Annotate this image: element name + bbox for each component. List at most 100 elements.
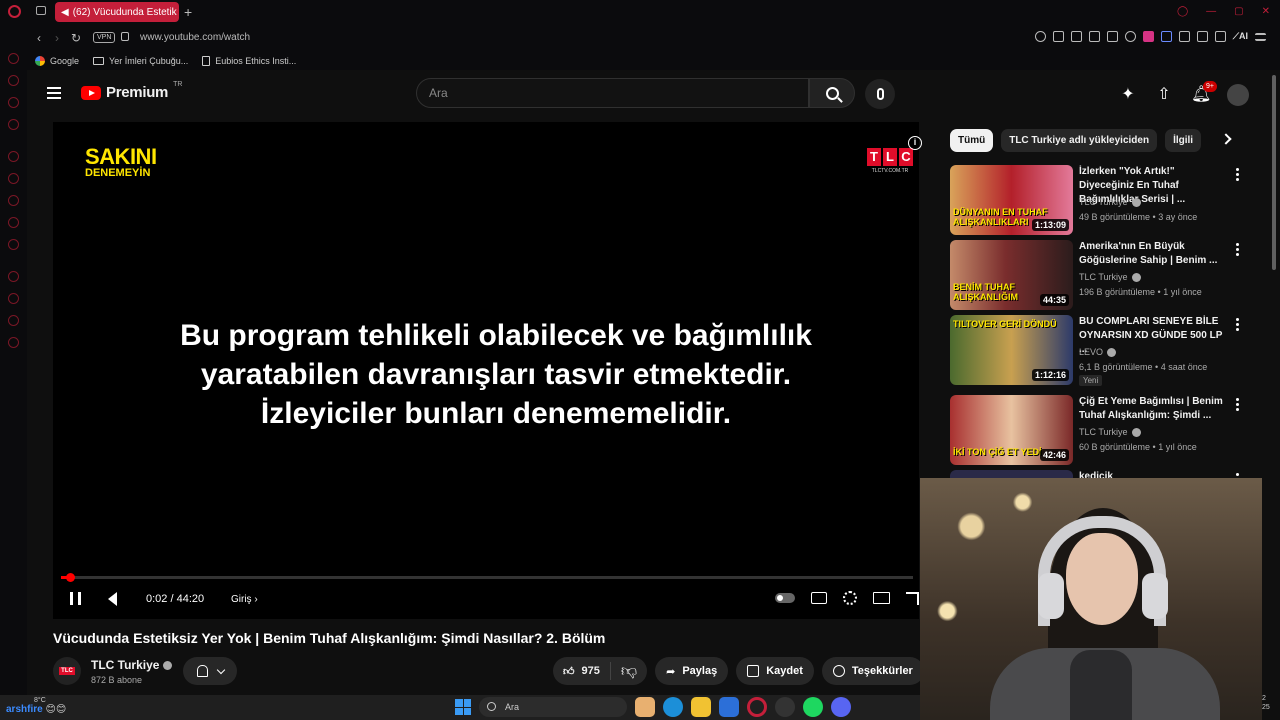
dislike-button[interactable]: 👎︎ <box>611 662 647 681</box>
sidebar-icon-5[interactable] <box>8 151 19 162</box>
more-options-icon[interactable] <box>1236 168 1239 183</box>
voice-search-button[interactable] <box>865 79 895 109</box>
ai-button[interactable]: ⟋AI <box>1233 31 1248 42</box>
chevron-right-icon[interactable] <box>1220 133 1232 145</box>
sidebar-icon-12[interactable] <box>8 315 19 326</box>
chip-from-uploader[interactable]: TLC Turkiye adlı yükleyiciden <box>1001 129 1158 152</box>
menu-icon[interactable] <box>1255 32 1266 41</box>
chip-related[interactable]: İlgili <box>1165 129 1202 152</box>
theater-mode-icon[interactable] <box>873 592 890 604</box>
list-item[interactable]: DÜNYANIN EN TUHAF ALIŞKANLIKLARI 1:13:09… <box>950 165 1250 235</box>
upload-icon[interactable]: ⇧ <box>1155 86 1173 104</box>
lock-icon[interactable] <box>121 32 129 41</box>
vpn-badge[interactable]: VPN <box>93 32 116 43</box>
autoplay-toggle[interactable] <box>775 593 795 603</box>
download-icon[interactable] <box>1214 31 1226 42</box>
sidebar-icon-3[interactable] <box>8 97 19 108</box>
info-icon[interactable]: i <box>908 136 922 150</box>
heart-icon[interactable] <box>1124 31 1136 42</box>
settings-gear-icon[interactable] <box>843 591 857 605</box>
widget-app-icon[interactable] <box>635 697 655 717</box>
extension-puzzle-icon[interactable]: ✦ <box>1119 86 1137 104</box>
edge-icon[interactable] <box>663 697 683 717</box>
clock[interactable]: 2 25 <box>1262 694 1270 712</box>
sidebar-icon-2[interactable] <box>8 75 19 86</box>
channel-name[interactable]: LEVO <box>1079 347 1117 358</box>
tab-manager-icon[interactable] <box>36 6 46 15</box>
thanks-button[interactable]: Teşekkürler <box>821 657 924 685</box>
save-button[interactable]: Kaydet <box>736 657 814 685</box>
volume-icon[interactable] <box>108 592 117 606</box>
video-title[interactable]: Amerika'nın En Büyük Göğüslerine Sahip |… <box>1079 240 1229 268</box>
sidebar-icon-8[interactable] <box>8 217 19 228</box>
fullscreen-icon[interactable] <box>906 591 919 605</box>
list-item[interactable]: TILTOVER GERİ DÖNDÜ 1:12:16 BU COMPLARI … <box>950 315 1250 386</box>
zoom-icon[interactable] <box>1034 31 1046 42</box>
weather-widget[interactable]: 8°C arshfire 😊😊 <box>6 697 66 715</box>
forward-icon[interactable]: › <box>55 31 59 45</box>
avatar[interactable] <box>1227 84 1249 106</box>
browser-tab-active[interactable]: ◀ (62) Vücudunda Estetik <box>55 2 179 22</box>
new-tab-button[interactable]: + <box>184 4 192 20</box>
pause-icon[interactable] <box>70 592 81 605</box>
opera-logo-icon[interactable] <box>8 5 21 18</box>
video-thumbnail[interactable]: BENİM TUHAF ALIŞKANLIĞIM 44:35 <box>950 240 1073 310</box>
extensions-icon[interactable] <box>1196 31 1208 42</box>
chip-all[interactable]: Tümü <box>950 129 994 152</box>
bookmark-eubios[interactable]: Eubios Ethics Insti... <box>202 55 296 66</box>
sidebar-icon-7[interactable] <box>8 195 19 206</box>
outlook-icon[interactable] <box>719 697 739 717</box>
channel-name[interactable]: TLC Turkiye <box>1079 427 1141 438</box>
player-icon[interactable] <box>1106 31 1118 42</box>
chapter-button[interactable]: Giriş › <box>231 594 258 605</box>
video-title[interactable]: Çiğ Et Yeme Bağımlısı | Benim Tuhaf Alış… <box>1079 395 1229 423</box>
maximize-button[interactable]: ▢ <box>1234 6 1243 17</box>
steam-icon[interactable] <box>775 697 795 717</box>
progress-bar[interactable] <box>61 573 913 582</box>
more-options-icon[interactable] <box>1236 398 1239 413</box>
search-button[interactable] <box>809 78 855 108</box>
search-tabs-icon[interactable]: ◯ <box>1177 6 1188 17</box>
channel-name[interactable]: TLC Turkiye <box>91 658 173 672</box>
video-thumbnail[interactable]: TILTOVER GERİ DÖNDÜ 1:12:16 <box>950 315 1073 385</box>
palette-icon[interactable] <box>1178 31 1190 42</box>
channel-avatar[interactable]: TLC <box>53 657 81 685</box>
spotify-icon[interactable] <box>803 697 823 717</box>
sidebar-icon-10[interactable] <box>8 271 19 282</box>
list-item[interactable]: BENİM TUHAF ALIŞKANLIĞIM 44:35 Amerika'n… <box>950 240 1250 310</box>
channel-name[interactable]: TLC Turkiye <box>1079 272 1141 283</box>
list-item[interactable]: İKİ TON ÇİĞ ET YEDİ 42:46 Çiğ Et Yeme Ba… <box>950 395 1250 465</box>
subscribed-notification-button[interactable] <box>183 657 237 685</box>
hamburger-menu-icon[interactable] <box>47 87 61 102</box>
more-options-icon[interactable] <box>1236 243 1239 258</box>
snapshot-icon[interactable] <box>1070 31 1082 42</box>
video-thumbnail[interactable]: DÜNYANIN EN TUHAF ALIŞKANLIKLARI 1:13:09 <box>950 165 1073 235</box>
close-button[interactable]: ✕ <box>1262 6 1270 17</box>
video-thumbnail[interactable]: İKİ TON ÇİĞ ET YEDİ 42:46 <box>950 395 1073 465</box>
search-input[interactable]: Ara <box>416 78 809 108</box>
share-button[interactable]: ➦ Paylaş <box>655 657 729 685</box>
scrubber-handle[interactable] <box>65 573 75 582</box>
sidebar-icon-9[interactable] <box>8 239 19 250</box>
notifications-bell-icon[interactable]: 🔔︎ 9+ <box>1191 81 1217 104</box>
url-field[interactable]: www.youtube.com/watch <box>140 32 250 43</box>
back-icon[interactable]: ‹ <box>37 31 41 45</box>
sidebar-icon-1[interactable] <box>8 53 19 64</box>
file-explorer-icon[interactable] <box>691 697 711 717</box>
scrollbar[interactable] <box>1272 75 1276 270</box>
youtube-logo[interactable]: Premium TR <box>81 81 182 101</box>
sidebar-icon-13[interactable] <box>8 337 19 348</box>
like-button[interactable]: 👍︎ 975 <box>553 662 611 680</box>
bookmark-google[interactable]: Google <box>35 55 79 66</box>
windows-start-icon[interactable] <box>455 699 471 715</box>
extension-blue-icon[interactable] <box>1160 31 1172 42</box>
subtitles-icon[interactable] <box>811 592 827 604</box>
bookmark-icon[interactable] <box>1052 31 1064 42</box>
opera-gx-icon[interactable] <box>747 697 767 717</box>
taskbar-search[interactable]: Ara <box>479 697 627 717</box>
more-options-icon[interactable] <box>1236 318 1239 333</box>
adblock-icon[interactable] <box>1088 31 1100 42</box>
channel-name[interactable]: TLC Turkiye <box>1079 197 1141 208</box>
sidebar-icon-11[interactable] <box>8 293 19 304</box>
sidebar-icon-4[interactable] <box>8 119 19 130</box>
